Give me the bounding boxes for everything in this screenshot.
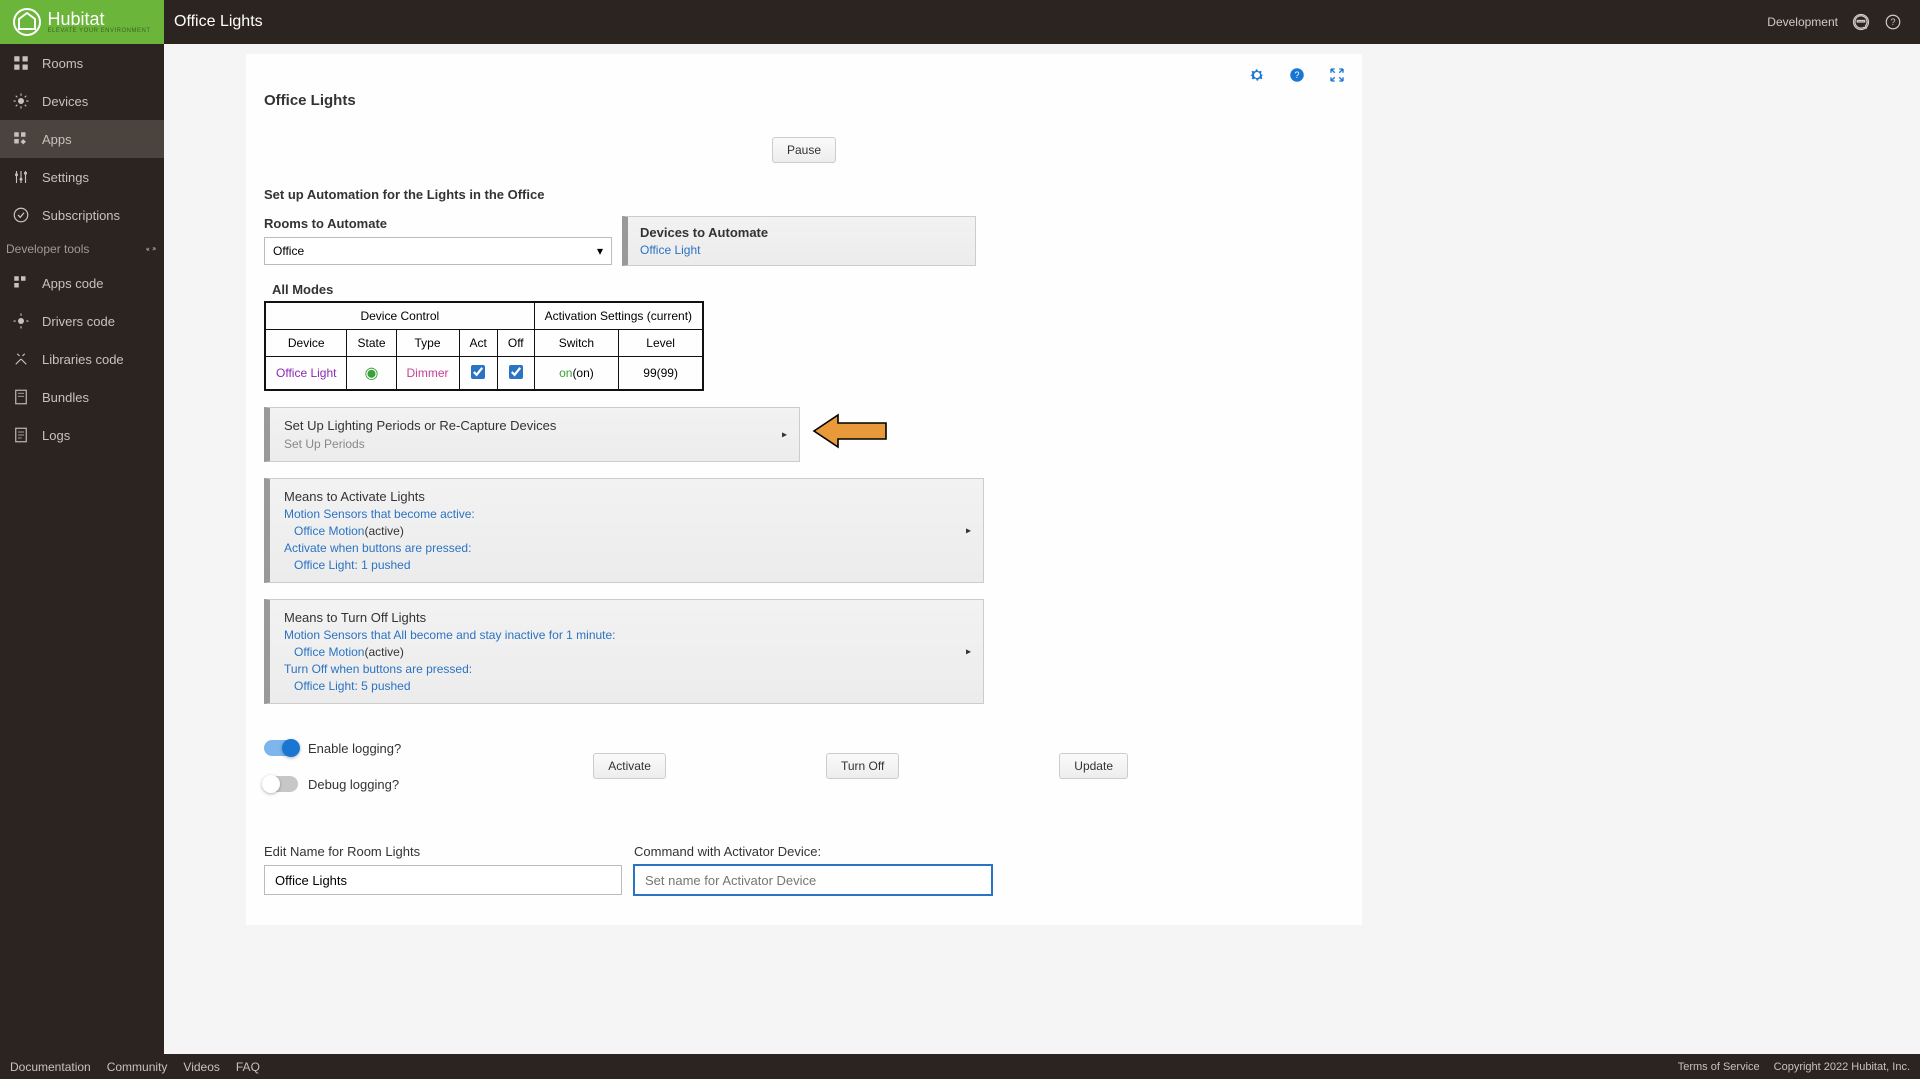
- footer-link-documentation[interactable]: Documentation: [10, 1060, 91, 1074]
- chevron-right-icon: ▸: [966, 646, 971, 657]
- setup-title: Set up Automation for the Lights in the …: [264, 187, 1344, 202]
- activate-button[interactable]: Activate: [593, 753, 666, 779]
- chevron-down-icon: ▾: [597, 244, 603, 258]
- gear-icon[interactable]: [1248, 66, 1266, 84]
- expand-icon[interactable]: [1328, 66, 1346, 84]
- messages-icon[interactable]: [1852, 13, 1870, 31]
- edit-name-input[interactable]: [264, 865, 622, 895]
- state-on-icon[interactable]: ◉: [365, 365, 379, 382]
- type-link[interactable]: Dimmer: [407, 366, 449, 380]
- rooms-select[interactable]: Office ▾: [264, 237, 612, 265]
- col-type: Type: [396, 330, 459, 357]
- devices-label: Devices to Automate: [640, 225, 963, 240]
- footer: Documentation Community Videos FAQ Terms…: [0, 1054, 1920, 1079]
- sidebar-section-devtools[interactable]: Developer tools: [0, 234, 164, 264]
- sidebar-item-subscriptions[interactable]: Subscriptions: [0, 196, 164, 234]
- svg-text:?: ?: [1890, 17, 1895, 27]
- enable-logging-label: Enable logging?: [308, 741, 401, 756]
- col-device: Device: [265, 330, 347, 357]
- sidebar-item-rooms[interactable]: Rooms: [0, 44, 164, 82]
- footer-copyright: Copyright 2022 Hubitat, Inc.: [1774, 1061, 1910, 1073]
- level-current: (99): [657, 366, 678, 380]
- sidebar-item-label: Subscriptions: [42, 208, 120, 223]
- table-row: Office Light ◉ Dimmer on(on) 99(99): [265, 357, 703, 391]
- sidebar-item-logs[interactable]: Logs: [0, 416, 164, 454]
- sidebar-item-label: Devices: [42, 94, 88, 109]
- activator-device-input[interactable]: [634, 865, 992, 895]
- modes-table: Device Control Activation Settings (curr…: [264, 301, 704, 391]
- table-group-activation: Activation Settings (current): [534, 302, 703, 330]
- page-title: Office Lights: [174, 13, 263, 31]
- device-link[interactable]: Office Light: [276, 366, 336, 380]
- help-icon[interactable]: ?: [1288, 66, 1306, 84]
- sidebar-item-label: Settings: [42, 170, 89, 185]
- turnoff-button[interactable]: Turn Off: [826, 753, 899, 779]
- sidebar-item-label: Rooms: [42, 56, 83, 71]
- panel-title: Set Up Lighting Periods or Re-Capture De…: [284, 418, 785, 433]
- devices-link: Office Light: [640, 243, 963, 257]
- sidebar: Rooms Devices Apps Settings Subscription…: [0, 44, 164, 1054]
- svg-text:?: ?: [1294, 70, 1299, 80]
- page-heading: Office Lights: [264, 92, 1344, 109]
- panel-sub: Set Up Periods: [284, 437, 785, 451]
- sidebar-item-label: Bundles: [42, 390, 89, 405]
- sidebar-item-label: Apps: [42, 132, 72, 147]
- debug-logging-toggle[interactable]: [264, 776, 298, 792]
- command-label: Command with Activator Device:: [634, 844, 992, 859]
- sidebar-item-devices[interactable]: Devices: [0, 82, 164, 120]
- means-turnoff-panel[interactable]: Means to Turn Off Lights Motion Sensors …: [264, 599, 984, 704]
- edit-name-label: Edit Name for Room Lights: [264, 844, 622, 859]
- rooms-value: Office: [273, 244, 304, 258]
- sidebar-item-drivers-code[interactable]: Drivers code: [0, 302, 164, 340]
- env-label: Development: [1767, 15, 1838, 29]
- topbar: Hubitat ELEVATE YOUR ENVIRONMENT Office …: [0, 0, 1920, 44]
- means-activate-panel[interactable]: Means to Activate Lights Motion Sensors …: [264, 478, 984, 583]
- logo-icon: [13, 8, 41, 36]
- brand-name: Hubitat: [47, 10, 150, 28]
- level-set[interactable]: 99: [643, 366, 656, 380]
- enable-logging-toggle[interactable]: [264, 740, 298, 756]
- footer-link-faq[interactable]: FAQ: [236, 1060, 260, 1074]
- update-button[interactable]: Update: [1059, 753, 1128, 779]
- collapse-icon: [144, 242, 158, 256]
- sidebar-item-apps-code[interactable]: Apps code: [0, 264, 164, 302]
- lighting-periods-panel[interactable]: Set Up Lighting Periods or Re-Capture De…: [264, 407, 800, 462]
- act-checkbox[interactable]: [471, 365, 485, 379]
- devices-to-automate-panel[interactable]: Devices to Automate Office Light: [622, 216, 976, 266]
- switch-set[interactable]: on: [559, 366, 572, 380]
- pause-button[interactable]: Pause: [772, 137, 836, 163]
- all-modes-label: All Modes: [272, 282, 1344, 297]
- sidebar-item-label: Libraries code: [42, 352, 124, 367]
- logo[interactable]: Hubitat ELEVATE YOUR ENVIRONMENT: [0, 0, 164, 44]
- sidebar-item-apps[interactable]: Apps: [0, 120, 164, 158]
- col-level: Level: [619, 330, 703, 357]
- col-act: Act: [459, 330, 497, 357]
- main-card: ? Office Lights Pause Set up Automation …: [246, 54, 1362, 925]
- content-area: ? Office Lights Pause Set up Automation …: [164, 44, 1920, 1054]
- sidebar-item-label: Apps code: [42, 276, 103, 291]
- footer-link-community[interactable]: Community: [107, 1060, 168, 1074]
- chevron-right-icon: ▸: [966, 525, 971, 536]
- panel-title: Means to Activate Lights: [284, 489, 969, 504]
- help-icon[interactable]: ?: [1884, 13, 1902, 31]
- col-state: State: [347, 330, 396, 357]
- footer-link-videos[interactable]: Videos: [183, 1060, 219, 1074]
- debug-logging-label: Debug logging?: [308, 777, 399, 792]
- rooms-label: Rooms to Automate: [264, 216, 612, 231]
- panel-title: Means to Turn Off Lights: [284, 610, 969, 625]
- annotation-arrow-icon: [809, 411, 891, 456]
- col-off: Off: [497, 330, 534, 357]
- off-checkbox[interactable]: [509, 365, 523, 379]
- col-switch: Switch: [534, 330, 619, 357]
- footer-tos[interactable]: Terms of Service: [1678, 1061, 1760, 1073]
- brand-tagline: ELEVATE YOUR ENVIRONMENT: [47, 28, 150, 34]
- chevron-right-icon: ▸: [782, 429, 787, 440]
- switch-current: (on): [572, 366, 593, 380]
- sidebar-item-bundles[interactable]: Bundles: [0, 378, 164, 416]
- sidebar-item-label: Drivers code: [42, 314, 115, 329]
- sidebar-item-libraries-code[interactable]: Libraries code: [0, 340, 164, 378]
- sidebar-item-label: Logs: [42, 428, 70, 443]
- sidebar-item-settings[interactable]: Settings: [0, 158, 164, 196]
- table-group-control: Device Control: [265, 302, 534, 330]
